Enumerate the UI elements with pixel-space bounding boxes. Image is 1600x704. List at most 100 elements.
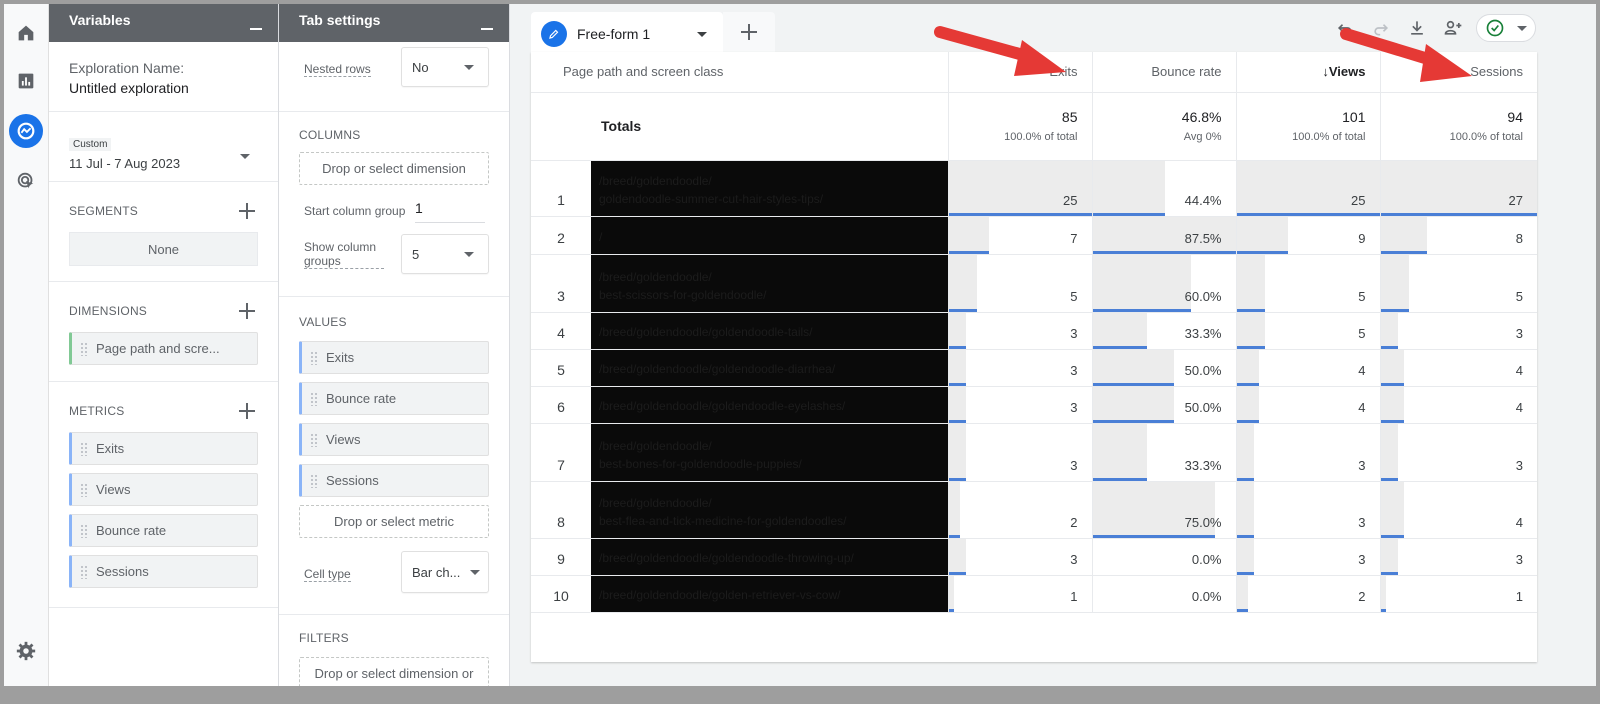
metric-cell-exits: 1 <box>947 575 1092 613</box>
column-header-views[interactable]: ↓Views <box>1235 52 1380 93</box>
dimension-header[interactable]: Page path and screen class <box>531 52 948 93</box>
column-header-exits[interactable]: Exits <box>947 52 1092 93</box>
metric-cell-exits: 3 <box>947 312 1092 350</box>
dimension-chip-page-path[interactable]: Page path and scre... <box>69 332 258 365</box>
page-path-cell-redacted[interactable]: /breed/goldendoodle/ goldendoodle-summer… <box>591 160 948 217</box>
page-path-cell-redacted[interactable]: /breed/goldendoodle/ best-flea-and-tick-… <box>591 481 948 539</box>
page-path: /breed/goldendoodle/goldendoodle-eyelash… <box>599 398 846 413</box>
share-icon[interactable] <box>1440 15 1466 41</box>
cell-type-value: Bar ch... <box>412 564 461 580</box>
value-chip-bounce-rate[interactable]: Bounce rate <box>299 382 489 415</box>
exploration-name-input[interactable]: Untitled exploration <box>69 80 258 96</box>
drag-handle-icon[interactable] <box>80 341 88 356</box>
metric-chip-bounce-rate[interactable]: Bounce rate <box>69 514 258 547</box>
filters-dropzone[interactable]: Drop or select dimension or <box>299 657 489 686</box>
reports-icon[interactable] <box>9 64 43 98</box>
cell-type-select[interactable]: Bar ch... <box>401 551 489 593</box>
drag-handle-icon[interactable] <box>310 350 318 365</box>
metric-cell-bounce: 50.0% <box>1091 349 1236 387</box>
metric-value: 25 <box>1351 192 1366 208</box>
add-dimension-button[interactable] <box>238 302 256 320</box>
table-row[interactable]: 9/breed/goldendoodle/goldendoodle-throwi… <box>531 538 1537 576</box>
date-dropdown-caret-icon[interactable] <box>240 154 250 159</box>
table-row[interactable]: 2 / 7 87.5% 9 8 <box>531 216 1537 255</box>
show-column-groups-select[interactable]: 5 <box>401 234 489 274</box>
add-tab-button[interactable] <box>723 12 775 52</box>
start-column-group-input[interactable]: 1 <box>415 200 485 223</box>
table-row[interactable]: 4/breed/goldendoodle/goldendoodle-tails/… <box>531 312 1537 350</box>
page-path-cell-redacted[interactable]: /breed/goldendoodle/goldendoodle-eyelash… <box>591 386 948 424</box>
metric-cell-sessions: 4 <box>1379 349 1537 387</box>
metric-cell-views: 4 <box>1235 386 1380 424</box>
metric-chip-sessions[interactable]: Sessions <box>69 555 258 588</box>
page-path-cell-redacted[interactable]: / <box>591 216 948 255</box>
value-chip-label: Exits <box>326 350 355 365</box>
page-path: /breed/goldendoodle/goldendoodle-tails/ <box>599 324 813 339</box>
metric-value: 8 <box>1515 230 1523 246</box>
nested-rows-section: Nested rows No <box>279 42 509 112</box>
nested-rows-select[interactable]: No <box>401 47 489 87</box>
add-segment-button[interactable] <box>238 202 256 220</box>
columns-title: COLUMNS <box>299 128 361 142</box>
drag-handle-icon[interactable] <box>310 432 318 447</box>
page-path-cell-redacted[interactable]: /breed/goldendoodle/goldendoodle-tails/ <box>591 312 948 350</box>
value-chip-exits[interactable]: Exits <box>299 341 489 374</box>
columns-dropzone[interactable]: Drop or select dimension <box>299 152 489 185</box>
header-row: Page path and screen class Exits Bounce … <box>531 52 1537 93</box>
page-path-cell-redacted[interactable]: /breed/goldendoodle/ best-scissors-for-g… <box>591 254 948 313</box>
dimensions-title: DIMENSIONS <box>69 304 148 318</box>
metric-chip-views[interactable]: Views <box>69 473 258 506</box>
table-row[interactable]: 3/breed/goldendoodle/ best-scissors-for-… <box>531 254 1537 313</box>
page-path: /breed/goldendoodle/ best-scissors-for-g… <box>599 269 767 302</box>
drag-handle-icon[interactable] <box>80 564 88 579</box>
metric-cell-sessions: 1 <box>1379 575 1537 613</box>
chevron-down-icon <box>464 252 474 257</box>
row-number: 2 <box>531 216 591 255</box>
minimize-tab-settings-button[interactable] <box>481 28 493 30</box>
metric-cell-views: 5 <box>1235 312 1380 350</box>
value-chip-views[interactable]: Views <box>299 423 489 456</box>
dimension-chip-label: Page path and scre... <box>96 341 220 356</box>
page-path: /breed/goldendoodle/golden-retriever-vs-… <box>599 587 841 602</box>
drag-handle-icon[interactable] <box>310 473 318 488</box>
status-check-button[interactable] <box>1476 14 1536 42</box>
advertising-icon[interactable] <box>9 164 43 198</box>
table-row[interactable]: 7/breed/goldendoodle/ best-bones-for-gol… <box>531 423 1537 482</box>
totals-views: 101 100.0% of total <box>1235 92 1380 161</box>
table-row[interactable]: 8/breed/goldendoodle/ best-flea-and-tick… <box>531 481 1537 539</box>
drag-handle-icon[interactable] <box>80 441 88 456</box>
date-range-value: 11 Jul - 7 Aug 2023 <box>69 156 181 171</box>
download-icon[interactable] <box>1404 15 1430 41</box>
metric-value: 3 <box>1358 457 1366 473</box>
column-header-bounce-rate[interactable]: Bounce rate <box>1091 52 1236 93</box>
drag-handle-icon[interactable] <box>310 391 318 406</box>
table-row[interactable]: 5/breed/goldendoodle/goldendoodle-diarrh… <box>531 349 1537 387</box>
table-row[interactable]: 1/breed/goldendoodle/ goldendoodle-summe… <box>531 160 1537 217</box>
page-path-cell-redacted[interactable]: /breed/goldendoodle/goldendoodle-diarrhe… <box>591 349 948 387</box>
value-chip-sessions[interactable]: Sessions <box>299 464 489 497</box>
redo-icon[interactable] <box>1368 15 1394 41</box>
table-row[interactable]: 6/breed/goldendoodle/goldendoodle-eyelas… <box>531 386 1537 424</box>
page-path-cell-redacted[interactable]: /breed/goldendoodle/golden-retriever-vs-… <box>591 575 948 613</box>
metric-value: 60.0% <box>1184 288 1222 304</box>
page-path: /breed/goldendoodle/ best-bones-for-gold… <box>599 438 802 471</box>
values-dropzone[interactable]: Drop or select metric <box>299 505 489 538</box>
column-header-sessions[interactable]: Sessions <box>1379 52 1537 93</box>
minimize-variables-button[interactable] <box>250 28 262 30</box>
explore-icon[interactable] <box>9 114 43 148</box>
date-range-section[interactable]: Custom 11 Jul - 7 Aug 2023 <box>49 112 278 182</box>
add-metric-button[interactable] <box>238 402 256 420</box>
check-circle-icon <box>1486 19 1504 37</box>
home-icon[interactable] <box>9 16 43 50</box>
page-path-cell-redacted[interactable]: /breed/goldendoodle/goldendoodle-throwin… <box>591 538 948 576</box>
undo-icon[interactable] <box>1332 15 1358 41</box>
settings-icon[interactable] <box>9 634 43 668</box>
table-row[interactable]: 10/breed/goldendoodle/golden-retriever-v… <box>531 575 1537 613</box>
metric-chip-exits[interactable]: Exits <box>69 432 258 465</box>
page-path-cell-redacted[interactable]: /breed/goldendoodle/ best-bones-for-gold… <box>591 423 948 482</box>
drag-handle-icon[interactable] <box>80 482 88 497</box>
chevron-down-icon <box>1517 26 1527 31</box>
drag-handle-icon[interactable] <box>80 523 88 538</box>
tab-menu-caret-icon[interactable] <box>697 32 707 37</box>
tab-free-form-1[interactable]: Free-form 1 <box>531 12 723 56</box>
